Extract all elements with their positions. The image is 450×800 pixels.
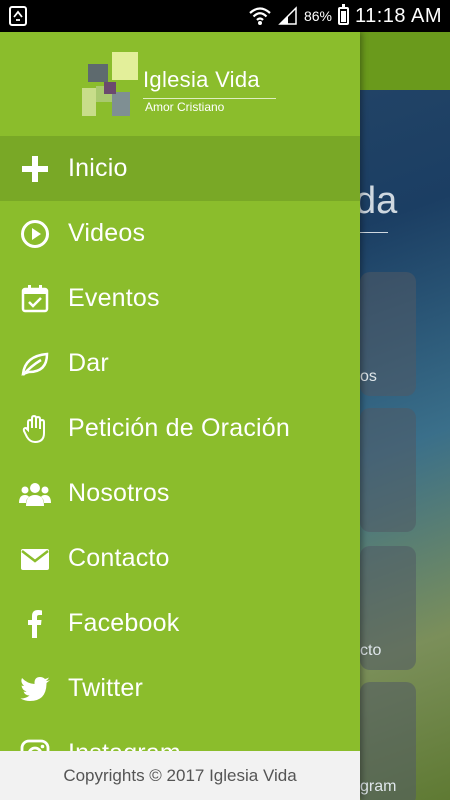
- brand-tagline: Amor Cristiano: [145, 100, 225, 114]
- menu-item-peticion-de-oracion[interactable]: Petición de Oración: [0, 396, 360, 461]
- brand-name: Iglesia Vida: [143, 67, 260, 92]
- copyright-text: Copyrights © 2017 Iglesia Vida: [63, 765, 297, 785]
- background-tile-contacto[interactable]: cto: [360, 546, 416, 670]
- menu-item-label: Twitter: [68, 674, 144, 702]
- menu-item-label: Facebook: [68, 609, 180, 637]
- menu-item-inicio[interactable]: Inicio: [0, 136, 360, 201]
- menu-item-label: Inicio: [68, 154, 128, 182]
- menu-item-videos[interactable]: Videos: [0, 201, 360, 266]
- background-tile-videos[interactable]: os: [360, 272, 416, 396]
- menu-item-nosotros[interactable]: Nosotros: [0, 461, 360, 526]
- envelope-icon: [0, 526, 70, 591]
- signal-icon: [278, 6, 297, 25]
- drawer-header: Iglesia Vida Amor Cristiano: [0, 32, 360, 135]
- battery-icon: [337, 4, 349, 25]
- menu-item-twitter[interactable]: Twitter: [0, 656, 360, 721]
- navigation-drawer: Iglesia Vida Amor Cristiano Inicio Video…: [0, 32, 360, 800]
- menu-item-label: Contacto: [68, 544, 170, 572]
- menu-item-dar[interactable]: Dar: [0, 331, 360, 396]
- background-title: da: [355, 180, 398, 222]
- background-tile-instagram[interactable]: gram: [360, 682, 416, 800]
- menu-item-facebook[interactable]: Facebook: [0, 591, 360, 656]
- drawer-footer: Copyrights © 2017 Iglesia Vida: [0, 751, 360, 800]
- menu-item-label: Nosotros: [68, 479, 170, 507]
- wifi-icon: [249, 7, 271, 25]
- brand-divider: [143, 98, 276, 99]
- menu-item-label: Videos: [68, 219, 146, 247]
- church-logo: [82, 52, 138, 116]
- leaf-icon: [0, 331, 70, 396]
- menu-item-contacto[interactable]: Contacto: [0, 526, 360, 591]
- play-circle-icon: [0, 201, 70, 266]
- menu-item-eventos[interactable]: Eventos: [0, 266, 360, 331]
- facebook-icon: [0, 591, 70, 656]
- menu-item-label: Petición de Oración: [68, 414, 290, 442]
- background-tile-2[interactable]: [360, 408, 416, 532]
- calendar-check-icon: [0, 266, 70, 331]
- clock: 11:18 AM: [354, 4, 442, 27]
- recycle-notification-icon: [9, 6, 27, 26]
- twitter-icon: [0, 656, 70, 721]
- status-bar: 86% 11:18 AM: [0, 0, 450, 32]
- hand-icon: [0, 396, 70, 461]
- drawer-menu: Inicio Videos Eventos Dar Petición de Or…: [0, 136, 360, 786]
- users-icon: [0, 461, 70, 526]
- menu-item-label: Dar: [68, 349, 109, 377]
- cross-icon: [0, 136, 70, 201]
- menu-item-label: Eventos: [68, 284, 160, 312]
- battery-percent: 86%: [303, 8, 332, 24]
